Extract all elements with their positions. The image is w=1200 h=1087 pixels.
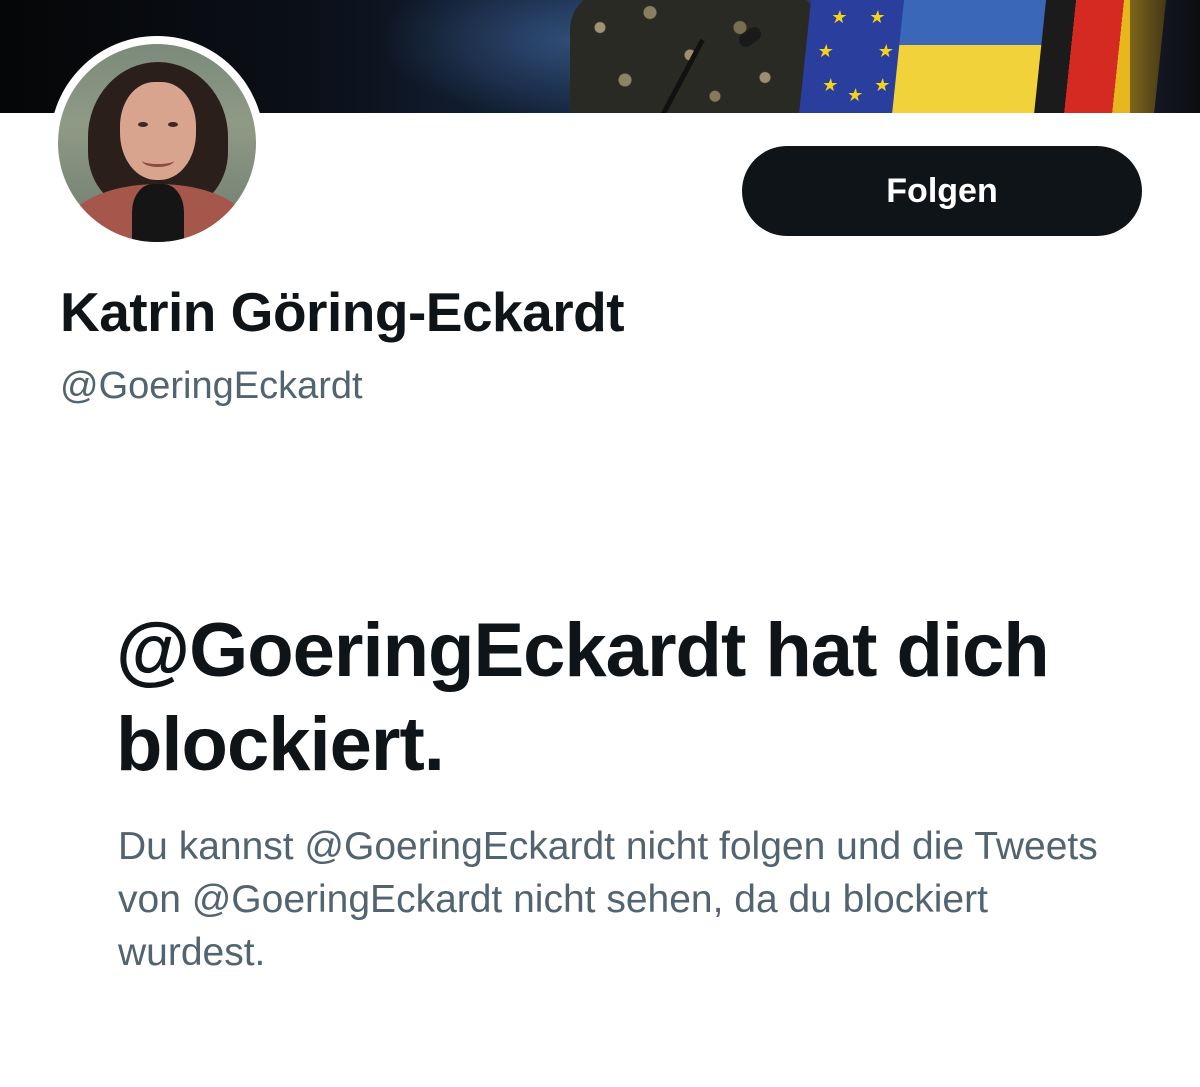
avatar-smile — [142, 154, 174, 167]
eu-star-icon: ★ — [872, 75, 892, 96]
avatar-eye — [168, 122, 178, 127]
avatar-eye — [138, 122, 148, 127]
banner-shade — [1130, 0, 1200, 113]
profile-handle: @GoeringEckardt — [60, 365, 363, 407]
avatar[interactable] — [58, 44, 256, 242]
avatar-shirt — [132, 184, 184, 242]
profile-display-name: Katrin Göring-Eckardt — [60, 281, 625, 343]
eu-star-icon: ★ — [876, 41, 895, 62]
eu-star-icon: ★ — [868, 7, 887, 28]
ukraine-flag — [891, 0, 1055, 113]
eu-star-icon: ★ — [830, 7, 849, 28]
eu-star-icon: ★ — [845, 85, 865, 106]
blocked-message: Du kannst @GoeringEckardt nicht folgen u… — [118, 825, 1098, 974]
blocked-title: @GoeringEckardt hat dich blockiert. — [116, 608, 1050, 787]
eu-star-icon: ★ — [816, 41, 835, 62]
eu-star-icon: ★ — [820, 75, 840, 96]
follow-button[interactable]: Folgen — [742, 146, 1142, 236]
